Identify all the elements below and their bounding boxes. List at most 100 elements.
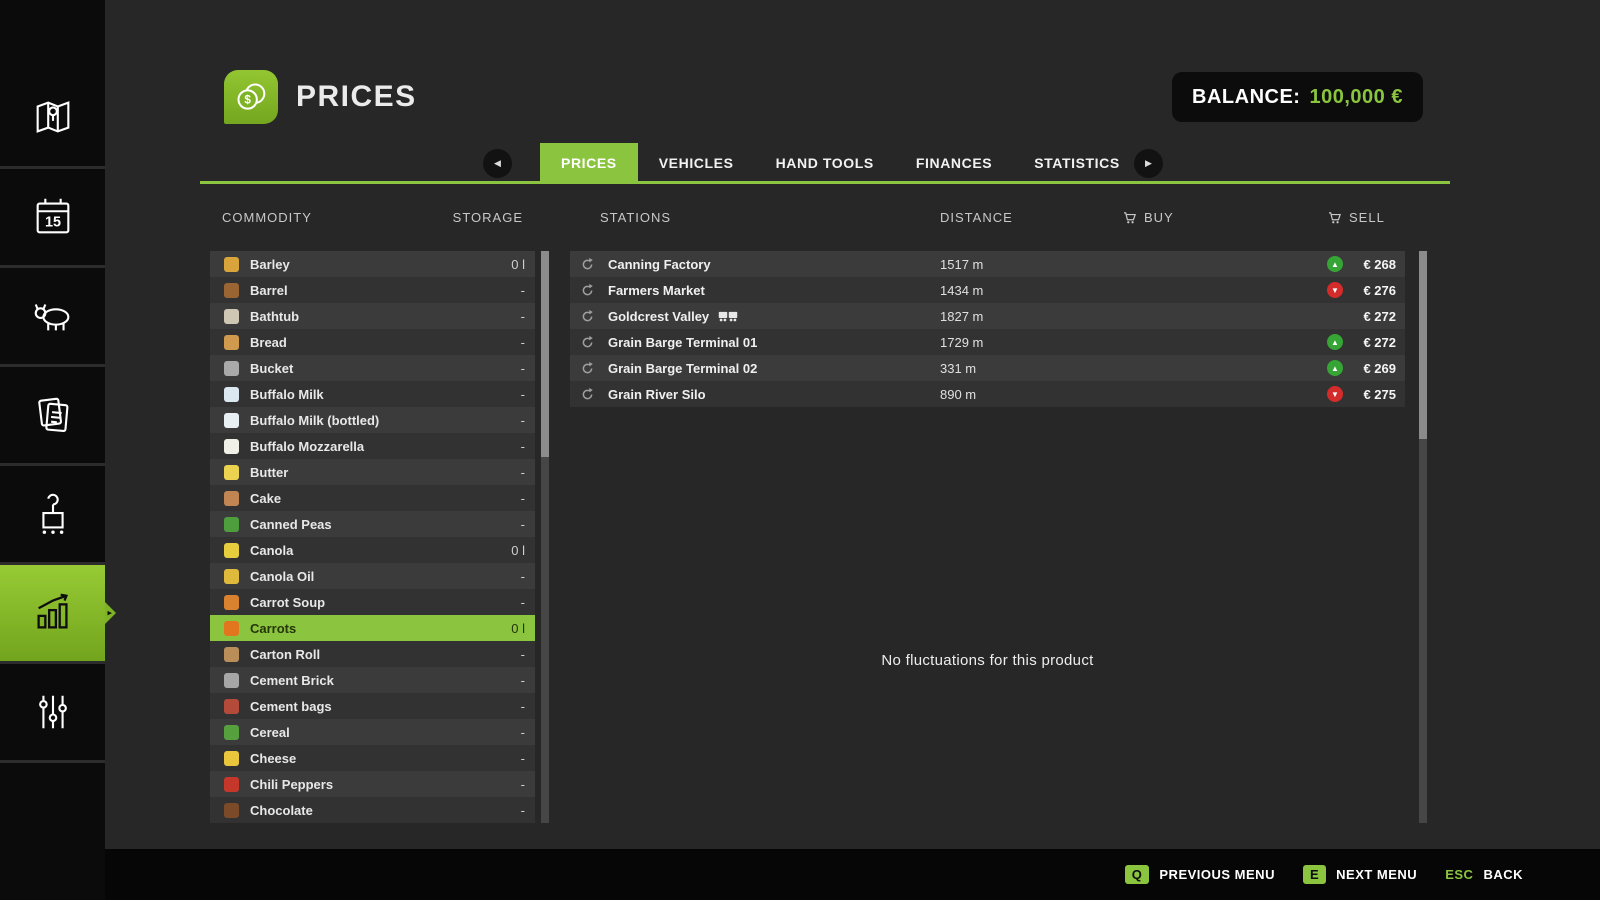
- carrot-soup-icon: [224, 594, 239, 610]
- commodity-row-chili-peppers[interactable]: Chili Peppers -: [210, 771, 535, 797]
- commodity-row-bread[interactable]: Bread -: [210, 329, 535, 355]
- carrots-icon: [224, 620, 239, 636]
- sell-header-label: SELL: [1349, 210, 1385, 225]
- tab-finances[interactable]: FINANCES: [895, 143, 1013, 184]
- canola-oil-icon: [224, 568, 239, 584]
- commodity-row-cake[interactable]: Cake -: [210, 485, 535, 511]
- commodity-name: Cement Brick: [250, 672, 334, 688]
- station-distance: 1827 m: [940, 308, 984, 324]
- station-row-canning-factory[interactable]: Canning Factory 1517 m ▲ € 268: [570, 251, 1405, 277]
- sidebar-item-animals[interactable]: [0, 268, 105, 367]
- commodity-name: Bread: [250, 334, 287, 350]
- commodity-name: Carton Roll: [250, 646, 321, 662]
- sidebar-item-calendar[interactable]: 15: [0, 169, 105, 268]
- footer-hints: Q PREVIOUS MENU E NEXT MENU ESC BACK: [0, 849, 1600, 900]
- sell-point-icon: [580, 386, 596, 402]
- column-header-buy: BUY: [1123, 210, 1174, 225]
- commodity-row-cheese[interactable]: Cheese -: [210, 745, 535, 771]
- sell-cart-icon: [1329, 211, 1341, 223]
- key-esc: ESC: [1445, 867, 1474, 882]
- price-trend-down-icon: ▼: [1327, 282, 1343, 298]
- commodity-scrollbar-thumb[interactable]: [541, 251, 549, 457]
- commodity-row-cereal[interactable]: Cereal -: [210, 719, 535, 745]
- sidebar-item-contracts[interactable]: [0, 367, 105, 466]
- tab-statistics[interactable]: STATISTICS: [1013, 143, 1141, 184]
- cake-icon: [224, 490, 239, 506]
- cereal-icon: [224, 724, 239, 740]
- station-sell-price: € 276: [1363, 282, 1396, 298]
- commodity-name: Barley: [250, 256, 290, 272]
- commodity-row-cement-brick[interactable]: Cement Brick -: [210, 667, 535, 693]
- tabs-next-button[interactable]: ▶: [1134, 149, 1163, 178]
- commodity-storage: 0 l: [511, 620, 525, 636]
- sidebar-item-production[interactable]: [0, 466, 105, 565]
- stations-scrollbar-thumb[interactable]: [1419, 251, 1427, 439]
- cement-brick-icon: [224, 672, 239, 688]
- station-row-grain-barge-terminal-02[interactable]: Grain Barge Terminal 02 331 m ▲ € 269: [570, 355, 1405, 381]
- sidebar-item-prices[interactable]: ▸: [0, 565, 112, 664]
- fluctuations-empty-message: No fluctuations for this product: [881, 652, 1094, 669]
- station-sell-price: € 272: [1363, 334, 1396, 350]
- tab-vehicles[interactable]: VEHICLES: [638, 143, 755, 184]
- buy-header-label: BUY: [1144, 210, 1174, 225]
- cement-bags-icon: [224, 698, 239, 714]
- station-name: Grain Barge Terminal 02: [608, 360, 758, 376]
- commodity-row-butter[interactable]: Butter -: [210, 459, 535, 485]
- commodity-row-carton-roll[interactable]: Carton Roll -: [210, 641, 535, 667]
- commodity-row-barrel[interactable]: Barrel -: [210, 277, 535, 303]
- commodity-row-buffalo-milk-bottled[interactable]: Buffalo Milk (bottled) -: [210, 407, 535, 433]
- price-trend-down-icon: ▼: [1327, 386, 1343, 402]
- price-trend-up-icon: ▲: [1327, 360, 1343, 376]
- station-sell-price: € 275: [1363, 386, 1396, 402]
- column-header-sell: SELL: [1328, 210, 1385, 225]
- tab-prices[interactable]: PRICES: [540, 143, 638, 184]
- commodity-row-canned-peas[interactable]: Canned Peas -: [210, 511, 535, 537]
- commodity-row-bucket[interactable]: Bucket -: [210, 355, 535, 381]
- commodity-name: Cake: [250, 490, 282, 506]
- tab-hand-tools[interactable]: HAND TOOLS: [755, 143, 895, 184]
- commodity-storage: -: [520, 698, 525, 714]
- calendar-icon: 15: [36, 198, 69, 234]
- commodity-row-carrot-soup[interactable]: Carrot Soup -: [210, 589, 535, 615]
- commodity-row-carrots[interactable]: Carrots 0 l: [210, 615, 535, 641]
- map-icon: [36, 101, 69, 133]
- commodity-scrollbar[interactable]: [541, 251, 549, 823]
- canned-peas-icon: [224, 516, 239, 532]
- station-row-grain-river-silo[interactable]: Grain River Silo 890 m ▼ € 275: [570, 381, 1405, 407]
- tab-underline: [200, 181, 1450, 184]
- tabs-prev-button[interactable]: ◀: [483, 149, 512, 178]
- commodity-row-canola[interactable]: Canola 0 l: [210, 537, 535, 563]
- hint-previous-menu: Q PREVIOUS MENU: [1124, 865, 1275, 884]
- price-trend-up-icon: ▲: [1327, 334, 1343, 350]
- station-distance: 1434 m: [940, 282, 984, 298]
- barrel-icon: [224, 282, 239, 298]
- stations-scrollbar[interactable]: [1419, 251, 1427, 823]
- commodity-row-bathtub[interactable]: Bathtub -: [210, 303, 535, 329]
- sidebar-item-map[interactable]: [0, 70, 105, 169]
- sidebar-item-settings[interactable]: [0, 664, 105, 763]
- chevron-right-icon: ▶: [1145, 158, 1152, 168]
- station-row-grain-barge-terminal-01[interactable]: Grain Barge Terminal 01 1729 m ▲ € 272: [570, 329, 1405, 355]
- bread-icon: [224, 334, 239, 350]
- station-row-farmers-market[interactable]: Farmers Market 1434 m ▼ € 276: [570, 277, 1405, 303]
- commodity-row-barley[interactable]: Barley 0 l: [210, 251, 535, 277]
- commodity-storage: -: [520, 360, 525, 376]
- calendar-day: 15: [45, 215, 61, 231]
- station-row-goldcrest-valley[interactable]: Goldcrest Valley 1827 m € 272: [570, 303, 1405, 329]
- station-name: Canning Factory: [608, 256, 711, 272]
- station-name: Goldcrest Valley: [608, 308, 710, 324]
- canola-icon: [224, 542, 239, 558]
- commodity-row-cement-bags[interactable]: Cement bags -: [210, 693, 535, 719]
- commodity-row-chocolate[interactable]: Chocolate -: [210, 797, 535, 823]
- commodity-name: Cement bags: [250, 698, 332, 714]
- commodity-row-buffalo-milk[interactable]: Buffalo Milk -: [210, 381, 535, 407]
- station-name: Grain Barge Terminal 01: [608, 334, 758, 350]
- chocolate-icon: [224, 802, 239, 818]
- commodity-name: Buffalo Milk: [250, 386, 324, 402]
- commodity-row-buffalo-mozzarella[interactable]: Buffalo Mozzarella -: [210, 433, 535, 459]
- hint-back: ESC BACK: [1445, 865, 1523, 884]
- svg-text:$: $: [244, 94, 251, 107]
- buffalo-milk-bottled-icon: [224, 412, 239, 428]
- commodity-row-canola-oil[interactable]: Canola Oil -: [210, 563, 535, 589]
- bathtub-icon: [224, 308, 239, 324]
